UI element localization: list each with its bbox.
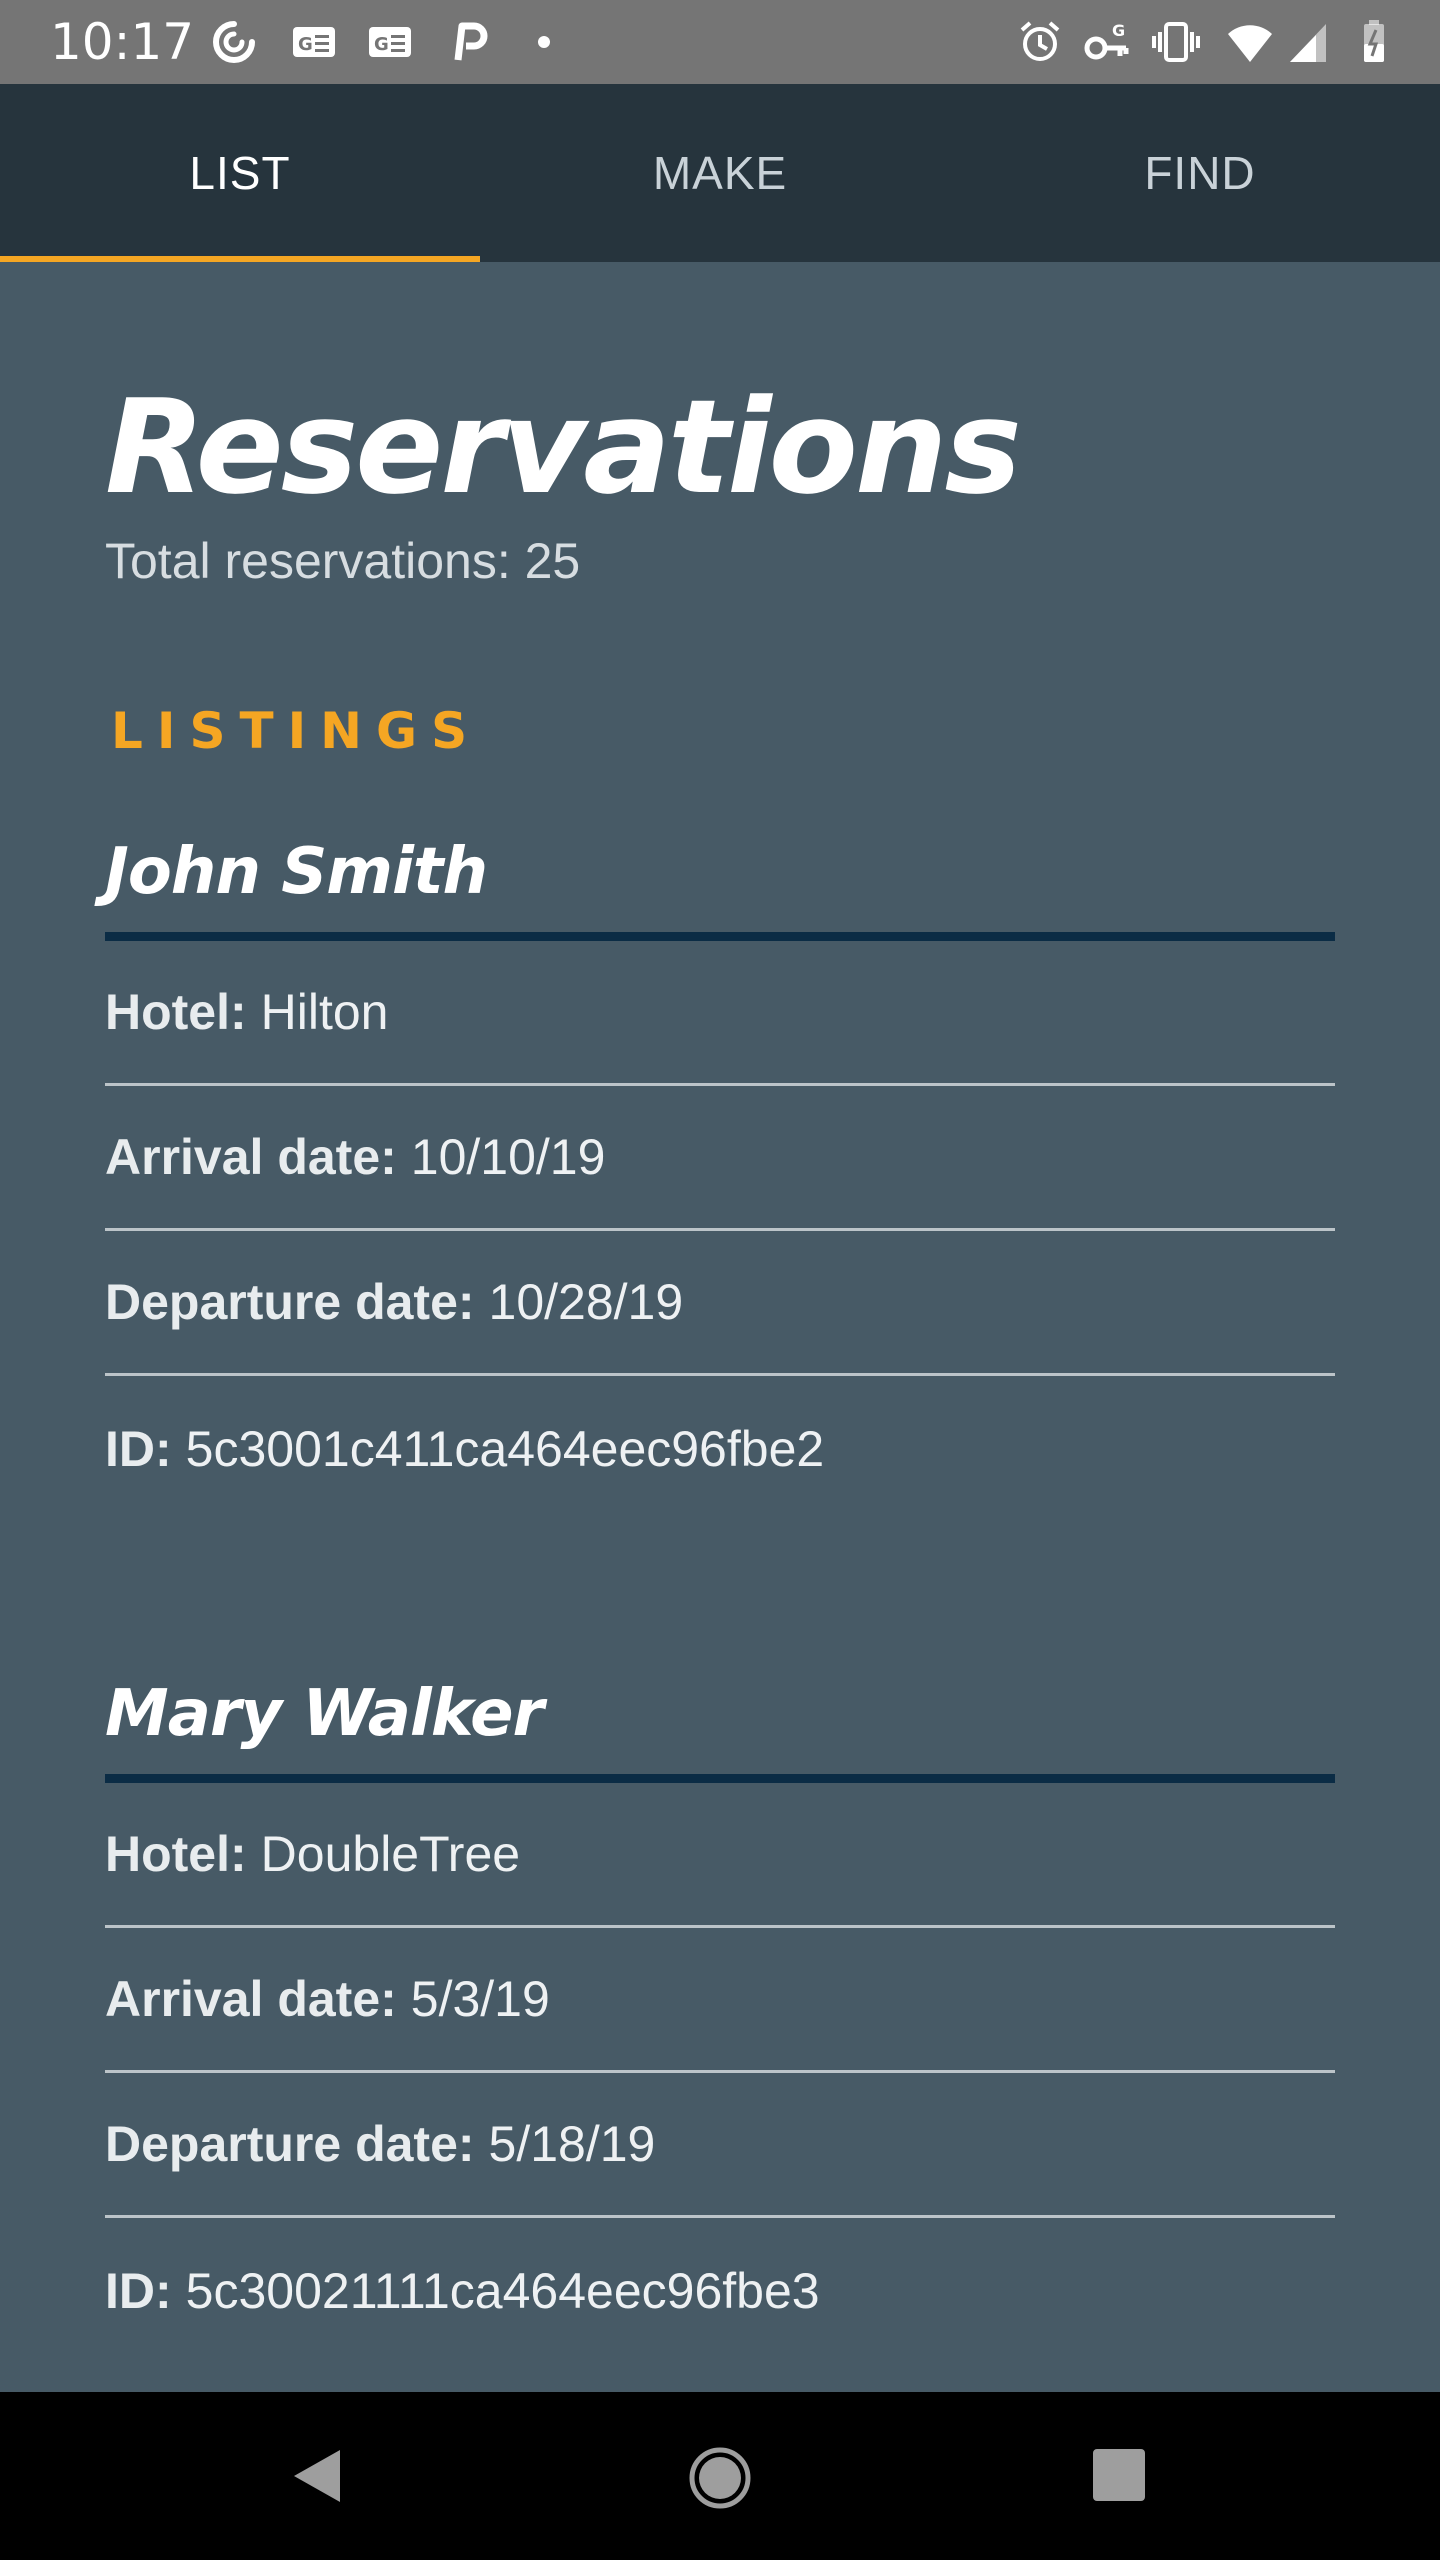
tab-make[interactable]: MAKE (480, 84, 960, 262)
dot-icon (538, 36, 550, 48)
arrival-label: Arrival date: (105, 1129, 397, 1185)
battery-icon (1364, 20, 1384, 62)
tab-find-label: FIND (1144, 147, 1256, 199)
hotel-value: DoubleTree (260, 1826, 521, 1882)
status-bar: 10:17 G G G (0, 0, 1440, 84)
arrival-row: Arrival date: 5/3/19 (105, 1928, 1335, 2073)
svg-text:G: G (1112, 21, 1125, 40)
departure-row: Departure date: 5/18/19 (105, 2073, 1335, 2218)
signal-icon (1290, 24, 1326, 62)
hotel-label: Hotel: (105, 1826, 247, 1882)
departure-value: 10/28/19 (488, 1274, 684, 1330)
sync-icon (213, 21, 255, 63)
tab-find[interactable]: FIND (960, 84, 1440, 262)
guest-name: Mary Walker (105, 1677, 544, 1751)
home-icon[interactable] (688, 2446, 752, 2510)
arrival-label: Arrival date: (105, 1971, 397, 2027)
tab-list[interactable]: LIST (0, 84, 480, 262)
guest-name: John Smith (105, 835, 488, 909)
section-label: LISTINGS (111, 702, 482, 760)
departure-label: Departure date: (105, 1274, 475, 1330)
hotel-row: Hotel: DoubleTree (105, 1783, 1335, 1928)
vpn-key-icon: G (1084, 21, 1129, 60)
reservation-card: Mary Walker Hotel: DoubleTree Arrival da… (105, 1674, 1335, 2363)
id-label: ID: (105, 2262, 172, 2319)
tab-make-label: MAKE (652, 147, 788, 199)
arrival-value: 10/10/19 (410, 1129, 606, 1185)
id-label: ID: (105, 1420, 172, 1477)
navigation-bar (0, 2392, 1440, 2560)
hotel-label: Hotel: (105, 984, 247, 1040)
arrival-row: Arrival date: 10/10/19 (105, 1086, 1335, 1231)
total-reservations: Total reservations: 25 (105, 533, 581, 589)
parking-icon (454, 22, 488, 61)
reservation-card: John Smith Hotel: Hilton Arrival date: 1… (105, 832, 1335, 1521)
svg-text:G: G (374, 34, 389, 55)
id-row: ID: 5c3001c411ca464eec96fbe2 (105, 1376, 1335, 1521)
departure-label: Departure date: (105, 2116, 475, 2172)
tab-bar: LIST MAKE FIND (0, 84, 1440, 262)
vibrate-icon (1152, 22, 1200, 62)
hotel-value: Hilton (260, 984, 389, 1040)
id-row: ID: 5c30021111ca464eec96fbe3 (105, 2218, 1335, 2363)
hotel-row: Hotel: Hilton (105, 941, 1335, 1086)
news-icon: G (369, 27, 411, 57)
tab-list-label: LIST (189, 147, 291, 199)
departure-row: Departure date: 10/28/19 (105, 1231, 1335, 1376)
departure-value: 5/18/19 (488, 2116, 656, 2172)
id-value: 5c30021111ca464eec96fbe3 (185, 2262, 820, 2319)
status-time: 10:17 (50, 13, 195, 71)
recents-icon[interactable] (1090, 2446, 1148, 2504)
id-value: 5c3001c411ca464eec96fbe2 (185, 1420, 825, 1477)
page-title: Reservations (105, 371, 1022, 523)
wifi-icon (1228, 25, 1272, 62)
divider (105, 932, 1335, 941)
divider (105, 1774, 1335, 1783)
svg-text:G: G (298, 34, 313, 55)
news-icon: G (293, 27, 335, 57)
alarm-icon (1020, 21, 1060, 61)
back-icon[interactable] (288, 2446, 348, 2506)
arrival-value: 5/3/19 (410, 1971, 550, 2027)
